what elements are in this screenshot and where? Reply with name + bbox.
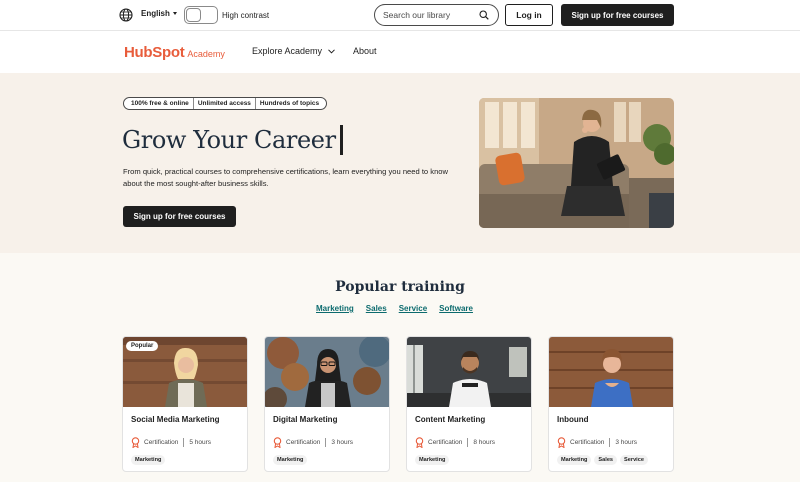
course-type: Certification <box>570 439 605 446</box>
certification-ribbon-icon <box>273 437 282 448</box>
certification-ribbon-icon <box>131 437 140 448</box>
course-card-content-marketing[interactable]: Content Marketing Certification 8 hours … <box>406 336 532 472</box>
course-title: Content Marketing <box>415 415 486 424</box>
hero-description: From quick, practical courses to compreh… <box>123 167 448 188</box>
course-meta: Certification 3 hours <box>273 437 353 448</box>
tag-marketing: Marketing <box>415 455 450 465</box>
chevron-down-icon <box>328 48 335 54</box>
popular-badge: Popular <box>126 341 159 351</box>
logo-main: HubSpot <box>124 44 185 61</box>
course-meta: Certification 5 hours <box>131 437 211 448</box>
utility-bar: English High contrast Log in Sign up for… <box>0 0 800 31</box>
language-selector[interactable]: English <box>141 9 177 18</box>
course-thumbnail <box>407 337 531 407</box>
course-duration: 8 hours <box>473 439 496 446</box>
tab-sales[interactable]: Sales <box>366 304 387 313</box>
course-meta: Certification 8 hours <box>415 437 495 448</box>
meta-divider <box>609 438 611 447</box>
course-thumbnail <box>265 337 389 407</box>
hero-signup-button[interactable]: Sign up for free courses <box>123 206 236 227</box>
hero-title: Grow Your Career <box>122 125 343 155</box>
course-tags: Marketing <box>273 455 308 465</box>
meta-divider <box>183 438 185 447</box>
course-tags: Marketing <box>131 455 166 465</box>
pill-free: 100% free & online <box>131 100 189 107</box>
high-contrast-toggle[interactable] <box>184 6 218 24</box>
popular-training-tabs: Marketing Sales Service Software <box>316 304 473 313</box>
course-tags: Marketing Sales Service <box>557 455 648 465</box>
high-contrast-label: High contrast <box>222 11 270 20</box>
course-title: Inbound <box>557 415 589 424</box>
typing-cursor <box>339 125 343 155</box>
feature-pills: 100% free & online Unlimited access Hund… <box>123 97 328 110</box>
explore-academy-label: Explore Academy <box>252 46 323 56</box>
popular-training-title: Popular training <box>335 279 465 295</box>
course-type: Certification <box>286 439 321 446</box>
explore-academy-menu[interactable]: Explore Academy <box>252 46 335 56</box>
certification-ribbon-icon <box>557 437 566 448</box>
course-card-inbound[interactable]: Inbound Certification 3 hours Marketing … <box>548 336 674 472</box>
course-card-digital-marketing[interactable]: Digital Marketing Certification 3 hours … <box>264 336 390 472</box>
tab-service[interactable]: Service <box>399 304 427 313</box>
login-button[interactable]: Log in <box>505 4 553 26</box>
hubspot-academy-logo[interactable]: HubSpot Academy <box>124 44 225 61</box>
certification-ribbon-icon <box>415 437 424 448</box>
tag-marketing: Marketing <box>273 455 308 465</box>
pill-unlimited: Unlimited access <box>192 98 255 109</box>
tag-marketing: Marketing <box>131 455 166 465</box>
main-nav: HubSpot Academy Explore Academy About <box>0 31 800 73</box>
course-duration: 5 hours <box>189 439 212 446</box>
search-input[interactable] <box>383 10 477 20</box>
hero-section: 100% free & online Unlimited access Hund… <box>0 73 800 253</box>
course-thumbnail <box>549 337 673 407</box>
search-box[interactable] <box>374 4 499 26</box>
tag-marketing: Marketing <box>557 455 592 465</box>
about-link[interactable]: About <box>353 46 377 56</box>
toggle-knob <box>186 8 201 22</box>
tab-marketing[interactable]: Marketing <box>316 304 354 313</box>
course-duration: 3 hours <box>331 439 354 446</box>
course-title: Digital Marketing <box>273 415 338 424</box>
course-tags: Marketing <box>415 455 450 465</box>
hero-photo <box>479 98 674 228</box>
hero-title-text: Grow Your Career <box>122 126 336 154</box>
caret-down-icon <box>172 12 177 15</box>
course-type: Certification <box>144 439 179 446</box>
course-duration: 3 hours <box>615 439 638 446</box>
pill-topics: Hundreds of topics <box>254 98 323 109</box>
signup-button-top[interactable]: Sign up for free courses <box>561 4 674 26</box>
meta-divider <box>467 438 469 447</box>
globe-icon[interactable] <box>119 8 133 22</box>
logo-sub: Academy <box>187 49 225 59</box>
course-title: Social Media Marketing <box>131 415 220 424</box>
course-meta: Certification 3 hours <box>557 437 637 448</box>
tab-software[interactable]: Software <box>439 304 473 313</box>
meta-divider <box>325 438 327 447</box>
language-label: English <box>141 9 170 18</box>
course-type: Certification <box>428 439 463 446</box>
course-card-social-media-marketing[interactable]: Popular Social Media Marketing Certifica… <box>122 336 248 472</box>
search-icon[interactable] <box>479 10 489 20</box>
tag-service: Service <box>620 455 648 465</box>
tag-sales: Sales <box>594 455 618 465</box>
popular-training-section: Popular training Marketing Sales Service… <box>0 253 800 482</box>
